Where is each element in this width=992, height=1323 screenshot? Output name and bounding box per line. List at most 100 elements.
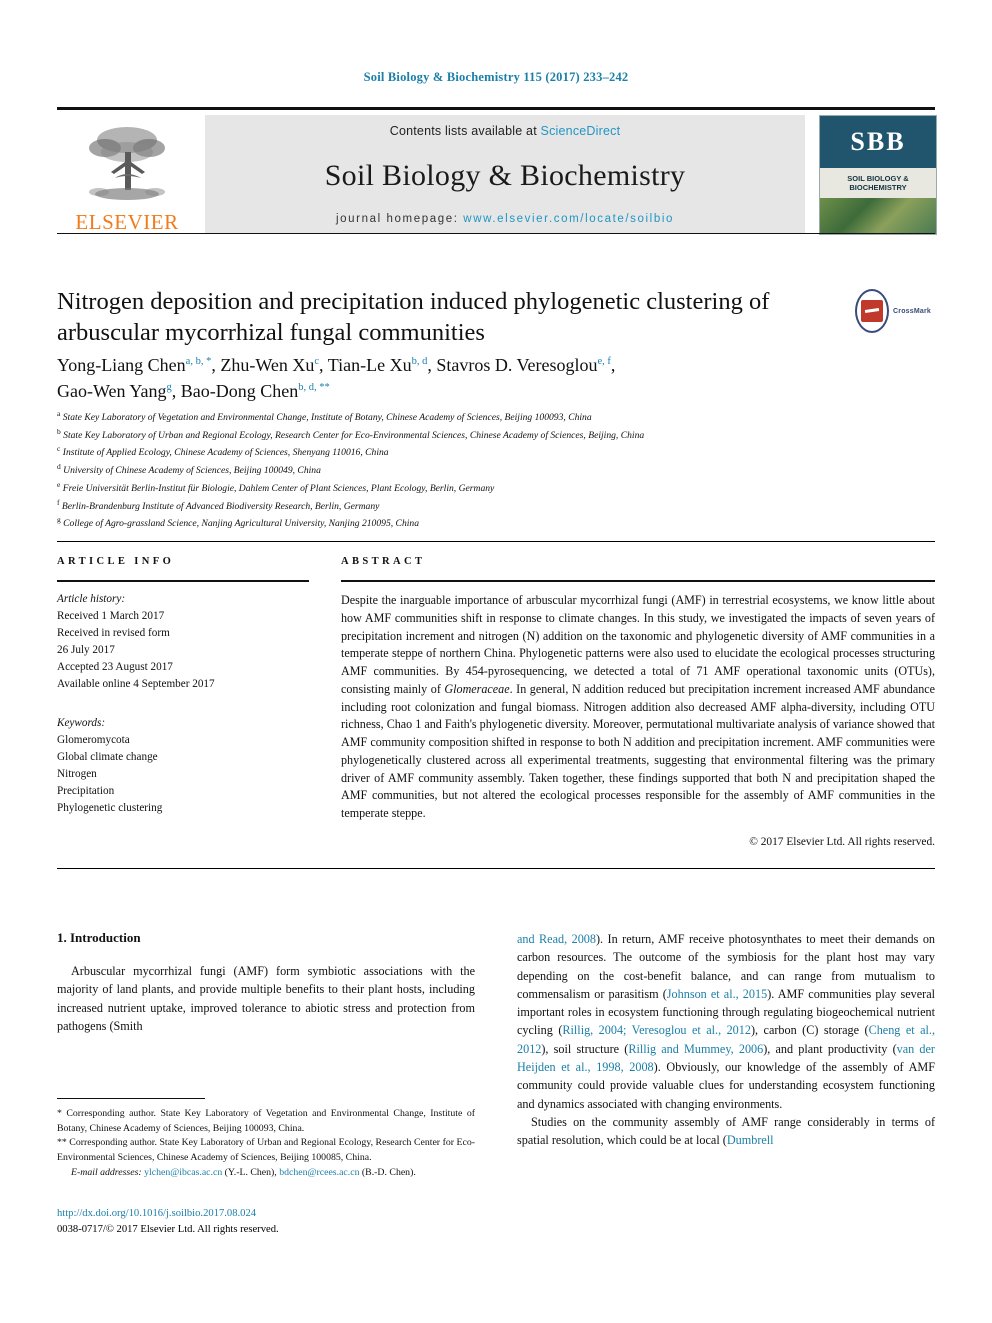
journal-cover-thumbnail: SBB SOIL BIOLOGY & BIOCHEMISTRY	[819, 115, 937, 235]
affiliation-text: Freie Universität Berlin-Institut für Bi…	[62, 483, 495, 495]
article-info-column: ARTICLE INFO Article history: Received 1…	[57, 556, 309, 817]
author-affil-marks: e, f	[597, 356, 611, 367]
author-name: Yong-Liang Chen	[57, 355, 186, 375]
citation-link[interactable]: Johnson et al., 2015	[667, 987, 767, 1001]
abstract-text: Despite the inarguable importance of arb…	[341, 593, 936, 821]
affiliation-item: f Berlin-Brandenburg Institute of Advanc…	[57, 497, 887, 515]
author-affil-marks: b, d	[411, 356, 428, 367]
author-affil-marks: b, d, **	[298, 382, 330, 394]
article-info-heading: ARTICLE INFO	[57, 556, 175, 567]
affiliation-mark: f	[57, 497, 60, 507]
intro-paragraph-right-2-text: Studies on the community assembly of AMF…	[517, 1114, 935, 1148]
affiliation-mark: c	[57, 444, 61, 454]
journal-masthead: ELSEVIER Contents lists available at Sci…	[57, 107, 937, 235]
email-link-2[interactable]: bdchen@rcees.ac.cn	[279, 1167, 359, 1178]
journal-homepage-line: journal homepage: www.elsevier.com/locat…	[336, 213, 674, 225]
issn-copyright-line: 0038-0717/© 2017 Elsevier Ltd. All right…	[57, 1223, 279, 1235]
intro-paragraph-left-text: Arbuscular mycorrhizal fungi (AMF) form …	[57, 964, 475, 1033]
affiliation-text: State Key Laboratory of Vegetation and E…	[62, 412, 592, 424]
footnote-corresponding-1: * Corresponding author. State Key Labora…	[57, 1108, 475, 1134]
affiliation-mark: d	[57, 462, 61, 472]
body-left-column: 1. Introduction Arbuscular mycorrhizal f…	[57, 930, 475, 1035]
cover-monogram: SBB	[820, 116, 936, 168]
doi-issn-block: http://dx.doi.org/10.1016/j.soilbio.2017…	[57, 1206, 487, 1238]
author-name: Zhu-Wen Xu	[220, 355, 315, 375]
affiliation-item: c Institute of Applied Ecology, Chinese …	[57, 443, 887, 461]
footnote-block: * Corresponding author. State Key Labora…	[57, 1098, 475, 1180]
history-item: Received in revised form	[57, 627, 170, 640]
article-history-block: Article history: Received 1 March 2017 R…	[57, 591, 309, 693]
taxon-name: Glomeraceae	[444, 681, 510, 696]
affiliation-text: Institute of Applied Ecology, Chinese Ac…	[62, 447, 389, 459]
abstract-heading: ABSTRACT	[341, 556, 426, 567]
email-link-1[interactable]: ylchen@ibcas.ac.cn	[144, 1167, 222, 1178]
history-item: 26 July 2017	[57, 644, 115, 657]
author-name: Gao-Wen Yang	[57, 381, 167, 402]
journal-homepage-label: journal homepage:	[336, 213, 464, 225]
masthead-bottom-rule	[57, 233, 935, 234]
abstract-copyright: © 2017 Elsevier Ltd. All rights reserved…	[749, 835, 935, 848]
elsevier-logo: ELSEVIER	[57, 115, 197, 233]
crossmark-badge[interactable]: CrossMark	[855, 289, 931, 333]
sciencedirect-link[interactable]: ScienceDirect	[541, 124, 621, 138]
intro-paragraph-right-2: Studies on the community assembly of AMF…	[517, 1113, 935, 1150]
affiliation-item: a State Key Laboratory of Vegetation and…	[57, 408, 887, 426]
keywords-label: Keywords:	[57, 717, 106, 730]
affiliation-text: University of Chinese Academy of Science…	[63, 465, 321, 477]
author-name: Stavros D. Veresoglou	[436, 355, 598, 375]
email-owner-1: (Y.-L. Chen),	[224, 1166, 277, 1178]
masthead-top-rule	[57, 107, 935, 110]
masthead-center: Contents lists available at ScienceDirec…	[205, 115, 805, 233]
journal-title: Soil Biology & Biochemistry	[324, 158, 686, 192]
affiliation-mark: g	[57, 515, 61, 525]
section-heading-introduction: 1. Introduction	[57, 930, 141, 945]
author-name: Bao-Dong Chen	[180, 381, 299, 402]
intro-paragraph-right-1: and Read, 2008). In return, AMF receive …	[517, 930, 935, 1113]
contents-lists-line: Contents lists available at ScienceDirec…	[390, 124, 621, 138]
affiliation-item: e Freie Universität Berlin-Institut für …	[57, 479, 887, 497]
affiliation-list: a State Key Laboratory of Vegetation and…	[57, 408, 887, 532]
crossmark-label: CrossMark	[893, 307, 931, 315]
article-info-rule	[57, 580, 309, 582]
affiliation-text: State Key Laboratory of Urban and Region…	[63, 429, 645, 441]
intro-paragraph-right-1-text: and Read, 2008). In return, AMF receive …	[517, 932, 936, 1111]
history-item: Received 1 March 2017	[57, 610, 165, 623]
affiliation-item: d University of Chinese Academy of Scien…	[57, 461, 887, 479]
affiliation-mark: e	[57, 479, 61, 489]
affiliation-item: g College of Agro-grassland Science, Nan…	[57, 514, 887, 532]
keyword-item: Phylogenetic clustering	[57, 802, 163, 815]
author-affil-marks: c	[314, 356, 320, 367]
citation-link[interactable]: Rillig and Mummey, 2006	[628, 1042, 763, 1056]
info-section-top-rule	[57, 541, 935, 542]
affiliation-item: b State Key Laboratory of Urban and Regi…	[57, 426, 887, 444]
author-list: Yong-Liang Chena, b, *, Zhu-Wen Xuc, Tia…	[57, 352, 877, 404]
info-section-bottom-rule	[57, 868, 935, 869]
email-addresses-label: E-mail addresses:	[71, 1166, 142, 1178]
author-affil-marks: g	[166, 382, 172, 394]
email-owner-2: (B.-D. Chen).	[361, 1166, 416, 1178]
article-first-page: Soil Biology & Biochemistry 115 (2017) 2…	[0, 0, 992, 1323]
citation-link[interactable]: Dumbrell	[727, 1133, 774, 1147]
history-item: Available online 4 September 2017	[57, 678, 215, 691]
page-title: Nitrogen deposition and precipitation in…	[57, 288, 770, 346]
history-item: Accepted 23 August 2017	[57, 661, 173, 674]
citation-link[interactable]: Rillig, 2004; Veresoglou et al., 2012	[562, 1023, 751, 1037]
footnote-emails: E-mail addresses: ylchen@ibcas.ac.cn (Y.…	[57, 1166, 475, 1181]
body-right-column: and Read, 2008). In return, AMF receive …	[517, 930, 935, 1150]
keyword-item: Glomeromycota	[57, 734, 130, 747]
article-history-label: Article history:	[57, 593, 126, 605]
citation-link[interactable]: and Read, 2008	[517, 932, 596, 946]
crossmark-icon	[855, 289, 890, 333]
author-name: Tian-Le Xu	[327, 355, 412, 375]
doi-link[interactable]: http://dx.doi.org/10.1016/j.soilbio.2017…	[57, 1206, 487, 1222]
keyword-item: Nitrogen	[57, 768, 97, 781]
affiliation-mark: a	[57, 409, 61, 418]
cover-photo	[820, 198, 936, 234]
elsevier-tree-icon	[89, 127, 165, 200]
affiliation-text: Berlin-Brandenburg Institute of Advanced…	[61, 500, 380, 512]
journal-homepage-link[interactable]: www.elsevier.com/locate/soilbio	[463, 213, 674, 225]
elsevier-wordmark: ELSEVIER	[75, 210, 179, 234]
intro-paragraph-left: Arbuscular mycorrhizal fungi (AMF) form …	[57, 962, 475, 1035]
contents-lists-prefix: Contents lists available at	[389, 124, 541, 138]
author-line-1: Yong-Liang Chena, b, *, Zhu-Wen Xuc, Tia…	[57, 355, 616, 375]
